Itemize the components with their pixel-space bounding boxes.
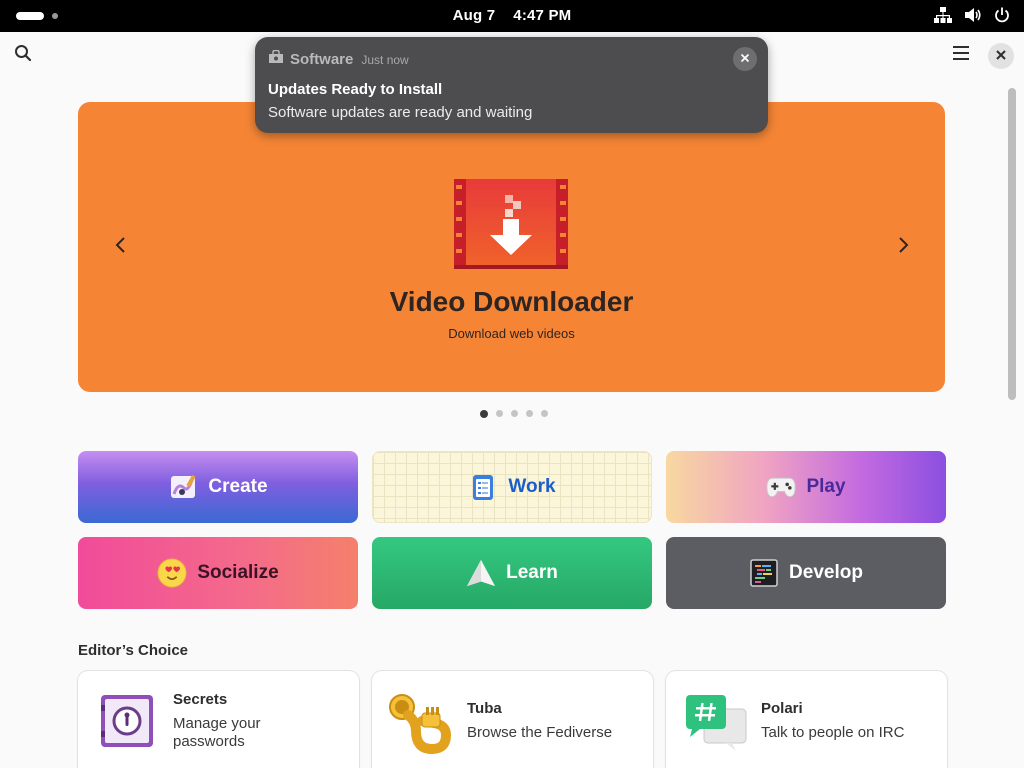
category-learn[interactable]: Learn — [372, 537, 652, 609]
notification-app-name: Software — [290, 51, 354, 68]
carousel-dot[interactable] — [541, 410, 548, 417]
featured-banner[interactable]: Video Downloader Download web videos — [78, 102, 945, 392]
notification-header: Software Just now — [268, 49, 409, 69]
chevron-left-icon — [114, 236, 126, 259]
category-create[interactable]: Create — [78, 451, 358, 523]
category-play[interactable]: Play — [666, 451, 946, 523]
work-category-icon — [468, 472, 498, 502]
network-icon — [934, 7, 952, 23]
carousel-dot[interactable] — [496, 410, 503, 417]
app-name: Polari — [761, 700, 803, 717]
category-label: Create — [208, 476, 268, 497]
clock[interactable]: Aug 7 4:47 PM — [0, 7, 1024, 24]
app-card-polari[interactable]: Polari Talk to people on IRC — [666, 671, 947, 768]
time-label: 4:47 PM — [513, 7, 572, 24]
app-description: Manage your passwords — [173, 715, 261, 750]
close-icon — [740, 50, 750, 68]
hamburger-menu-icon — [953, 45, 969, 65]
carousel-dot[interactable] — [526, 410, 533, 417]
chevron-right-icon — [898, 236, 910, 259]
banner-previous-button[interactable] — [105, 232, 135, 262]
app-name: Tuba — [467, 700, 502, 717]
banner-next-button[interactable] — [889, 232, 919, 262]
software-app-icon — [268, 49, 284, 69]
main-menu-button[interactable] — [947, 42, 975, 68]
category-label: Learn — [506, 562, 558, 583]
video-downloader-app-icon — [454, 179, 568, 269]
category-label: Work — [508, 476, 556, 497]
polari-app-icon — [684, 691, 747, 751]
tuba-app-icon — [388, 691, 452, 755]
code-terminal-icon — [749, 558, 779, 588]
notification-banner[interactable]: Software Just now Updates Ready to Insta… — [255, 37, 768, 133]
close-icon — [996, 47, 1006, 65]
search-button[interactable] — [10, 42, 36, 68]
carousel-indicator[interactable] — [480, 409, 548, 418]
power-icon — [994, 7, 1010, 23]
notification-title: Updates Ready to Install — [268, 81, 443, 98]
app-name: Secrets — [173, 691, 228, 708]
editors-choice-heading: Editor’s Choice — [78, 642, 189, 659]
category-work[interactable]: Work — [372, 451, 652, 523]
gamepad-icon — [766, 472, 797, 502]
app-card-tuba[interactable]: Tuba Browse the Fediverse — [372, 671, 653, 768]
system-tray[interactable] — [934, 7, 1010, 23]
category-label: Play — [806, 476, 846, 497]
notification-time: Just now — [361, 52, 409, 67]
carousel-dot[interactable] — [511, 410, 518, 417]
scrollbar[interactable] — [1008, 88, 1016, 400]
heart-eyes-emoji-icon — [157, 558, 187, 588]
category-label: Develop — [789, 562, 863, 583]
date-label: Aug 7 — [452, 7, 496, 24]
banner-app-title: Video Downloader — [389, 286, 634, 317]
category-socialize[interactable]: Socialize — [78, 537, 358, 609]
notification-body: Software updates are ready and waiting — [268, 104, 533, 121]
volume-icon — [964, 7, 982, 23]
banner-app-subtitle: Download web videos — [448, 326, 575, 341]
paper-plane-icon — [466, 558, 496, 588]
search-icon — [14, 44, 32, 67]
secrets-app-icon — [98, 691, 158, 751]
create-category-icon — [168, 472, 198, 502]
window-close-button[interactable] — [988, 43, 1014, 69]
app-card-secrets[interactable]: Secrets Manage your passwords — [78, 671, 359, 768]
notification-close-button[interactable] — [733, 47, 757, 71]
system-top-bar: Aug 7 4:47 PM — [0, 0, 1024, 32]
category-label: Socialize — [197, 562, 279, 583]
carousel-dot-active[interactable] — [480, 409, 488, 418]
category-develop[interactable]: Develop — [666, 537, 946, 609]
app-description: Talk to people on IRC — [761, 724, 905, 741]
app-description: Browse the Fediverse — [467, 724, 613, 741]
